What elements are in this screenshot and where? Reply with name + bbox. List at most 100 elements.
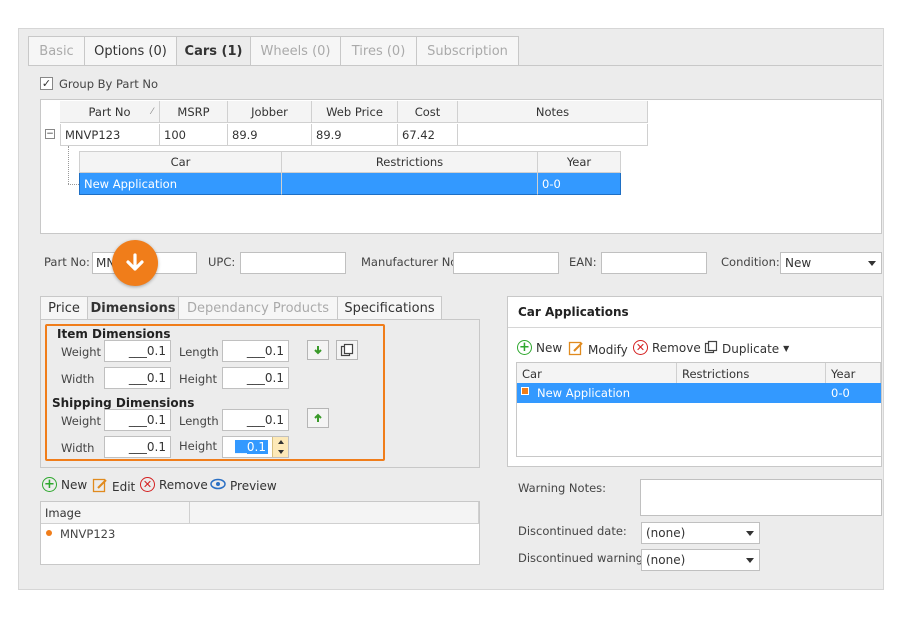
tree-line — [68, 146, 69, 184]
apps-cell-car: New Application — [537, 386, 630, 400]
chevron-down-icon — [868, 261, 876, 266]
height-spinner[interactable] — [272, 437, 288, 457]
close-icon: ✕ — [633, 340, 648, 355]
col-jobber[interactable]: Jobber — [228, 101, 312, 123]
tab-basic[interactable]: Basic — [28, 36, 85, 66]
col-image-extra — [190, 502, 479, 524]
apps-col-car[interactable]: Car — [517, 363, 677, 385]
row-indicator-icon — [521, 387, 529, 395]
cell-notes[interactable] — [458, 124, 648, 146]
child-cell-year[interactable]: 0-0 — [538, 173, 621, 195]
cell-msrp[interactable]: 100 — [160, 124, 228, 146]
child-col-car[interactable]: Car — [79, 151, 282, 173]
cell-jobber[interactable]: 89.9 — [228, 124, 312, 146]
discontinued-date-select[interactable]: (none) — [641, 522, 760, 544]
child-col-year[interactable]: Year — [538, 151, 621, 173]
plus-icon: + — [42, 477, 57, 492]
item-weight-label: Weight — [61, 345, 102, 359]
subtab-price[interactable]: Price — [40, 296, 88, 320]
edit-icon — [92, 477, 108, 496]
subtab-dimensions[interactable]: Dimensions — [87, 296, 179, 320]
subtab-dependancy[interactable]: Dependancy Products — [178, 296, 338, 320]
image-edit-label: Edit — [112, 479, 136, 494]
tab-options[interactable]: Options (0) — [84, 36, 177, 66]
image-new-button[interactable]: + New — [42, 477, 87, 492]
apps-col-year[interactable]: Year — [826, 363, 881, 385]
upc-label: UPC: — [208, 255, 236, 269]
col-part-no[interactable]: Part No ⁄ — [60, 101, 160, 123]
group-by-label: Group By Part No — [59, 77, 159, 91]
collapse-toggle[interactable]: − — [45, 129, 55, 139]
car-applications-title: Car Applications — [518, 305, 629, 319]
tab-tires[interactable]: Tires (0) — [340, 36, 417, 66]
col-image[interactable]: Image — [41, 502, 190, 524]
edit-icon — [568, 340, 584, 359]
image-remove-button[interactable]: ✕ Remove — [140, 477, 208, 492]
item-dimensions-title: Item Dimensions — [57, 327, 171, 341]
ean-input[interactable] — [601, 252, 707, 274]
discontinued-date-value: (none) — [646, 526, 686, 540]
ship-width-label: Width — [61, 441, 95, 455]
col-web-price[interactable]: Web Price — [312, 101, 398, 123]
copy-icon[interactable] — [336, 340, 358, 360]
item-length-input[interactable]: ___0.1 — [222, 340, 289, 362]
car-new-label: New — [536, 340, 563, 355]
car-remove-label: Remove — [652, 340, 701, 355]
ship-length-label: Length — [179, 414, 219, 428]
item-length-label: Length — [179, 345, 219, 359]
tab-cars[interactable]: Cars (1) — [176, 36, 251, 66]
car-duplicate-label: Duplicate — [722, 341, 780, 356]
tab-wheels[interactable]: Wheels (0) — [250, 36, 341, 66]
image-edit-button[interactable]: Edit — [92, 477, 135, 496]
chevron-down-icon: ▼ — [783, 344, 790, 353]
col-cost[interactable]: Cost — [398, 101, 458, 123]
eye-icon — [210, 477, 226, 494]
condition-select[interactable]: New — [780, 252, 882, 274]
apps-cell-year: 0-0 — [831, 386, 850, 400]
subtab-specifications[interactable]: Specifications — [337, 296, 442, 320]
image-row[interactable]: MNVP123 — [60, 527, 115, 541]
ship-weight-label: Weight — [61, 414, 102, 428]
warning-notes-input[interactable] — [640, 479, 882, 516]
child-cell-car[interactable]: New Application — [79, 173, 282, 195]
car-remove-button[interactable]: ✕ Remove — [633, 340, 701, 355]
chevron-down-icon — [746, 558, 754, 563]
part-no-label: Part No: — [44, 255, 90, 269]
child-col-restrictions[interactable]: Restrictions — [282, 151, 538, 173]
chevron-down-icon — [746, 531, 754, 536]
cell-web-price[interactable]: 89.9 — [312, 124, 398, 146]
child-cell-restrictions[interactable] — [282, 173, 538, 195]
arrow-down-icon[interactable] — [307, 340, 329, 360]
ship-length-input[interactable]: ___0.1 — [222, 409, 289, 431]
tab-subscription[interactable]: Subscription — [416, 36, 519, 66]
cell-cost[interactable]: 67.42 — [398, 124, 458, 146]
item-height-input[interactable]: ___0.1 — [222, 367, 289, 389]
car-new-button[interactable]: + New — [517, 340, 562, 355]
warning-notes-label: Warning Notes: — [518, 481, 607, 495]
spin-up-icon[interactable] — [273, 437, 288, 447]
car-modify-button[interactable]: Modify — [568, 340, 628, 359]
item-height-label: Height — [179, 372, 218, 386]
item-weight-input[interactable]: ___0.1 — [104, 340, 171, 362]
cell-part-no[interactable]: MNVP123 — [60, 124, 160, 146]
ship-width-input[interactable]: ___0.1 — [104, 436, 171, 458]
image-preview-button[interactable]: Preview — [210, 477, 277, 494]
manufacturer-input[interactable] — [453, 252, 559, 274]
spin-down-icon[interactable] — [273, 447, 288, 457]
upc-input[interactable] — [240, 252, 346, 274]
shipping-dimensions-title: Shipping Dimensions — [52, 396, 195, 410]
down-arrow-badge-icon — [112, 240, 158, 286]
car-duplicate-button[interactable]: Duplicate ▼ — [704, 340, 789, 357]
col-msrp[interactable]: MSRP — [160, 101, 228, 123]
item-width-input[interactable]: ___0.1 — [104, 367, 171, 389]
arrow-up-icon[interactable] — [307, 408, 329, 428]
col-notes[interactable]: Notes — [458, 101, 648, 123]
discontinued-warning-select[interactable]: (none) — [641, 549, 760, 571]
apps-col-restrictions[interactable]: Restrictions — [677, 363, 826, 385]
image-preview-label: Preview — [230, 478, 277, 493]
ship-weight-input[interactable]: ___0.1 — [104, 409, 171, 431]
ship-height-label: Height — [179, 439, 218, 453]
tree-line — [68, 184, 79, 185]
ship-height-prefix: __ — [234, 440, 247, 454]
group-by-checkbox[interactable]: ✓ — [40, 77, 53, 90]
